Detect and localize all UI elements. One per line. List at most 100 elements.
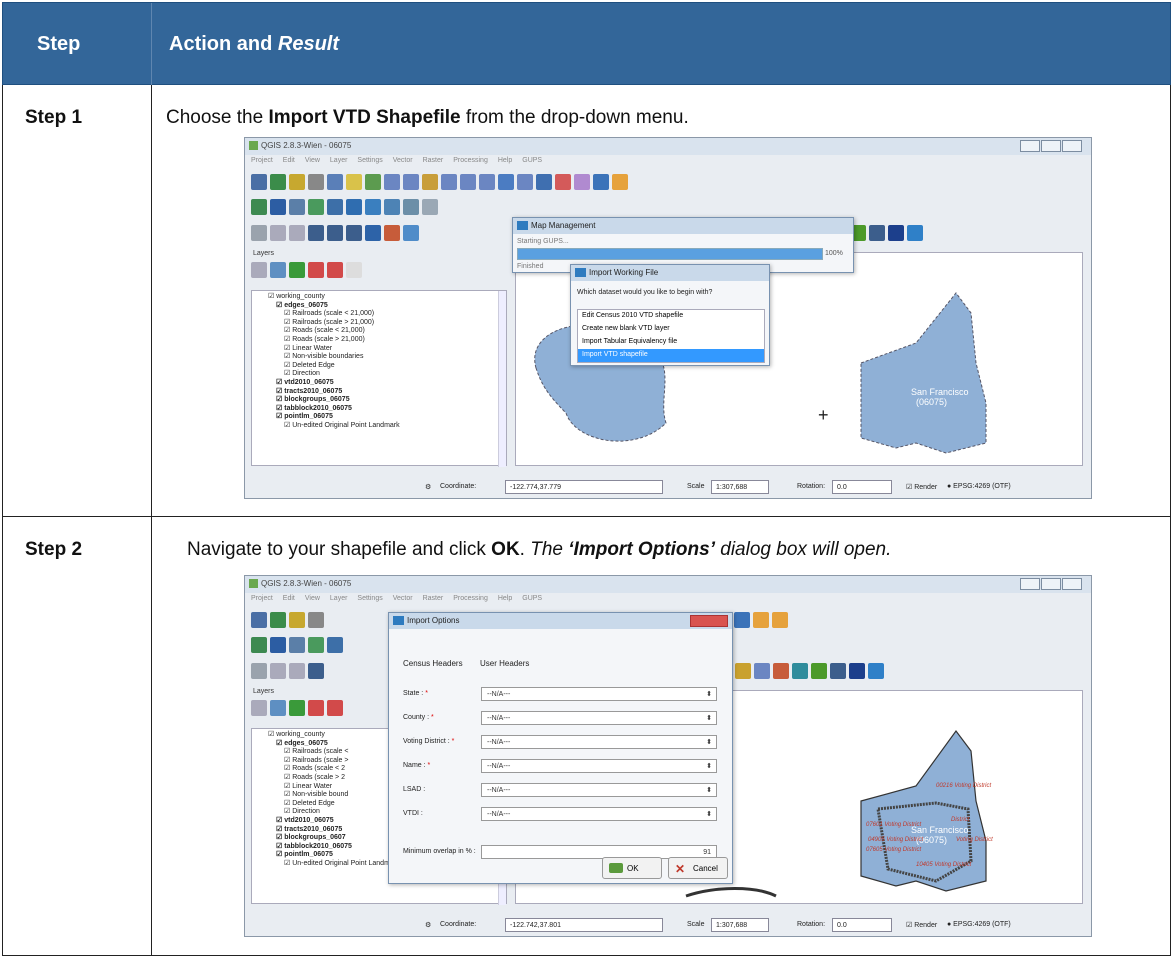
layer-tree-item[interactable]: ☑ blockgroups_0607: [258, 834, 400, 843]
layer-tree-item[interactable]: ☑ Direction: [258, 370, 400, 379]
status-field[interactable]: 0.0: [832, 918, 892, 932]
layer-checkbox[interactable]: ☑: [284, 765, 292, 772]
menu-item-settings[interactable]: Settings: [357, 595, 382, 602]
layer-tree-item[interactable]: ☑ Linear Water: [258, 345, 400, 354]
field-calc-icon[interactable]: [574, 174, 590, 190]
layer-checkbox[interactable]: ☑: [284, 336, 292, 343]
status-field[interactable]: -122.774,37.779: [505, 480, 663, 494]
layer-tree[interactable]: ☑ working_county ☑ edges_06075 ☑ Railroads…: [258, 293, 400, 431]
field-select[interactable]: --N/A--- ⬍: [481, 807, 717, 821]
layer-checkbox[interactable]: ☑: [284, 319, 292, 326]
close-icon[interactable]: [690, 615, 728, 627]
dataset-option[interactable]: Import Tabular Equivalency file: [578, 336, 764, 349]
layer-checkbox[interactable]: ☑: [268, 293, 276, 300]
field-select[interactable]: --N/A--- ⬍: [481, 711, 717, 725]
layer-checkbox[interactable]: ☑: [284, 422, 292, 429]
tool-icon[interactable]: [308, 174, 324, 190]
measure-icon[interactable]: [536, 174, 552, 190]
zoom-full-icon[interactable]: [422, 174, 438, 190]
field-select[interactable]: --N/A--- ⬍: [481, 783, 717, 797]
label-icon[interactable]: [612, 174, 628, 190]
layer-checkbox[interactable]: ☑: [276, 413, 284, 420]
field-select[interactable]: --N/A--- ⬍: [481, 759, 717, 773]
menu-item-project[interactable]: Project: [251, 595, 273, 602]
layer-checkbox[interactable]: ☑: [284, 757, 292, 764]
layer-tree-item[interactable]: ☑ pointlm_06075: [258, 413, 400, 422]
layer-tree[interactable]: ☑ working_county ☑ edges_06075 ☑ Railroads…: [258, 731, 400, 869]
layer-tree-item[interactable]: ☑ tracts2010_06075: [258, 826, 400, 835]
maximize-icon[interactable]: [1041, 140, 1061, 152]
dataset-options-list[interactable]: Edit Census 2010 VTD shapefile Create new…: [577, 309, 765, 363]
layer-tree-item[interactable]: ☑ Roads (scale < 21,000): [258, 327, 400, 336]
menu-item-layer[interactable]: Layer: [330, 595, 348, 602]
layer-checkbox[interactable]: ☑: [276, 834, 284, 841]
menu-item-vector[interactable]: Vector: [393, 595, 413, 602]
status-field[interactable]: 1:307,688: [711, 918, 769, 932]
layer-checkbox[interactable]: ☑: [268, 731, 276, 738]
menu-item-processing[interactable]: Processing: [453, 157, 488, 164]
layer-checkbox[interactable]: ☑: [276, 396, 284, 403]
menu-item-edit[interactable]: Edit: [283, 157, 295, 164]
layer-tree-item[interactable]: ☑ tracts2010_06075: [258, 388, 400, 397]
layer-tree-item[interactable]: ☑ pointlm_06075: [258, 851, 400, 860]
layer-tree-item[interactable]: ☑ Deleted Edge: [258, 362, 400, 371]
cancel-button[interactable]: ✕ Cancel: [668, 857, 728, 879]
scrollbar[interactable]: [498, 291, 506, 467]
layer-checkbox[interactable]: ☑: [276, 740, 284, 747]
layer-tree-item[interactable]: ☑ blockgroups_06075: [258, 396, 400, 405]
pan-icon[interactable]: [289, 174, 305, 190]
menu-item-processing[interactable]: Processing: [453, 595, 488, 602]
layer-checkbox[interactable]: ☑: [276, 817, 284, 824]
layer-tree-item[interactable]: ☑ Roads (scale > 21,000): [258, 336, 400, 345]
menu-item-settings[interactable]: Settings: [357, 157, 382, 164]
layer-tree-item[interactable]: ☑ Roads (scale < 2: [258, 765, 400, 774]
zoom-layer-icon[interactable]: [441, 174, 457, 190]
zoom-out-icon[interactable]: [403, 174, 419, 190]
menu-item-view[interactable]: View: [305, 595, 320, 602]
refresh-icon[interactable]: [498, 174, 514, 190]
layer-checkbox[interactable]: ☑: [284, 748, 292, 755]
layer-tree-item[interactable]: ☑ Direction: [258, 808, 400, 817]
status-field[interactable]: -122.742,37.801: [505, 918, 663, 932]
layer-tree-item[interactable]: ☑ Un-edited Original Point Landmark: [258, 860, 400, 869]
minimize-icon[interactable]: [1020, 140, 1040, 152]
identify-icon[interactable]: [517, 174, 533, 190]
zoom-in-icon[interactable]: [384, 174, 400, 190]
layers-panel[interactable]: ☑ working_county ☑ edges_06075 ☑ Railroads…: [251, 290, 507, 467]
layer-checkbox[interactable]: ☑: [284, 774, 292, 781]
menu-item-raster[interactable]: Raster: [423, 157, 444, 164]
menu-item-view[interactable]: View: [305, 157, 320, 164]
layer-checkbox[interactable]: ☑: [284, 370, 292, 377]
layer-checkbox[interactable]: ☑: [284, 808, 292, 815]
menu-item-gups[interactable]: GUPS: [522, 157, 542, 164]
layer-tree-item[interactable]: ☑ Non-visible boundaries: [258, 353, 400, 362]
save-icon[interactable]: [251, 174, 267, 190]
dataset-option[interactable]: Edit Census 2010 VTD shapefile: [578, 310, 764, 323]
layer-checkbox[interactable]: ☑: [276, 851, 284, 858]
status-field[interactable]: 1:307,688: [711, 480, 769, 494]
ruler-icon[interactable]: [593, 174, 609, 190]
zoom-icon[interactable]: [365, 174, 381, 190]
layer-checkbox[interactable]: ☑: [284, 783, 292, 790]
select-features-icon[interactable]: [555, 174, 571, 190]
layer-tree-item[interactable]: ☑ working_county: [258, 731, 400, 740]
layer-checkbox[interactable]: ☑: [284, 362, 292, 369]
layer-checkbox[interactable]: ☑: [276, 826, 284, 833]
close-icon[interactable]: [1062, 578, 1082, 590]
menu-item-edit[interactable]: Edit: [283, 595, 295, 602]
layer-checkbox[interactable]: ☑: [276, 379, 284, 386]
layer-tree-item[interactable]: ☑ vtd2010_06075: [258, 817, 400, 826]
menu-item-project[interactable]: Project: [251, 157, 273, 164]
layer-checkbox[interactable]: ☑: [284, 345, 292, 352]
layer-checkbox[interactable]: ☑: [284, 860, 292, 867]
menu-item-layer[interactable]: Layer: [330, 157, 348, 164]
layer-tree-item[interactable]: ☑ Non-visible bound: [258, 791, 400, 800]
menu-item-vector[interactable]: Vector: [393, 157, 413, 164]
dataset-option[interactable]: Create new blank VTD layer: [578, 323, 764, 336]
dataset-option[interactable]: Import VTD shapefile: [578, 349, 764, 362]
layer-checkbox[interactable]: ☑: [284, 327, 292, 334]
layer-checkbox[interactable]: ☑: [276, 405, 284, 412]
layer-tree-item[interactable]: ☑ vtd2010_06075: [258, 379, 400, 388]
minimize-icon[interactable]: [1020, 578, 1040, 590]
menu-item-gups[interactable]: GUPS: [522, 595, 542, 602]
